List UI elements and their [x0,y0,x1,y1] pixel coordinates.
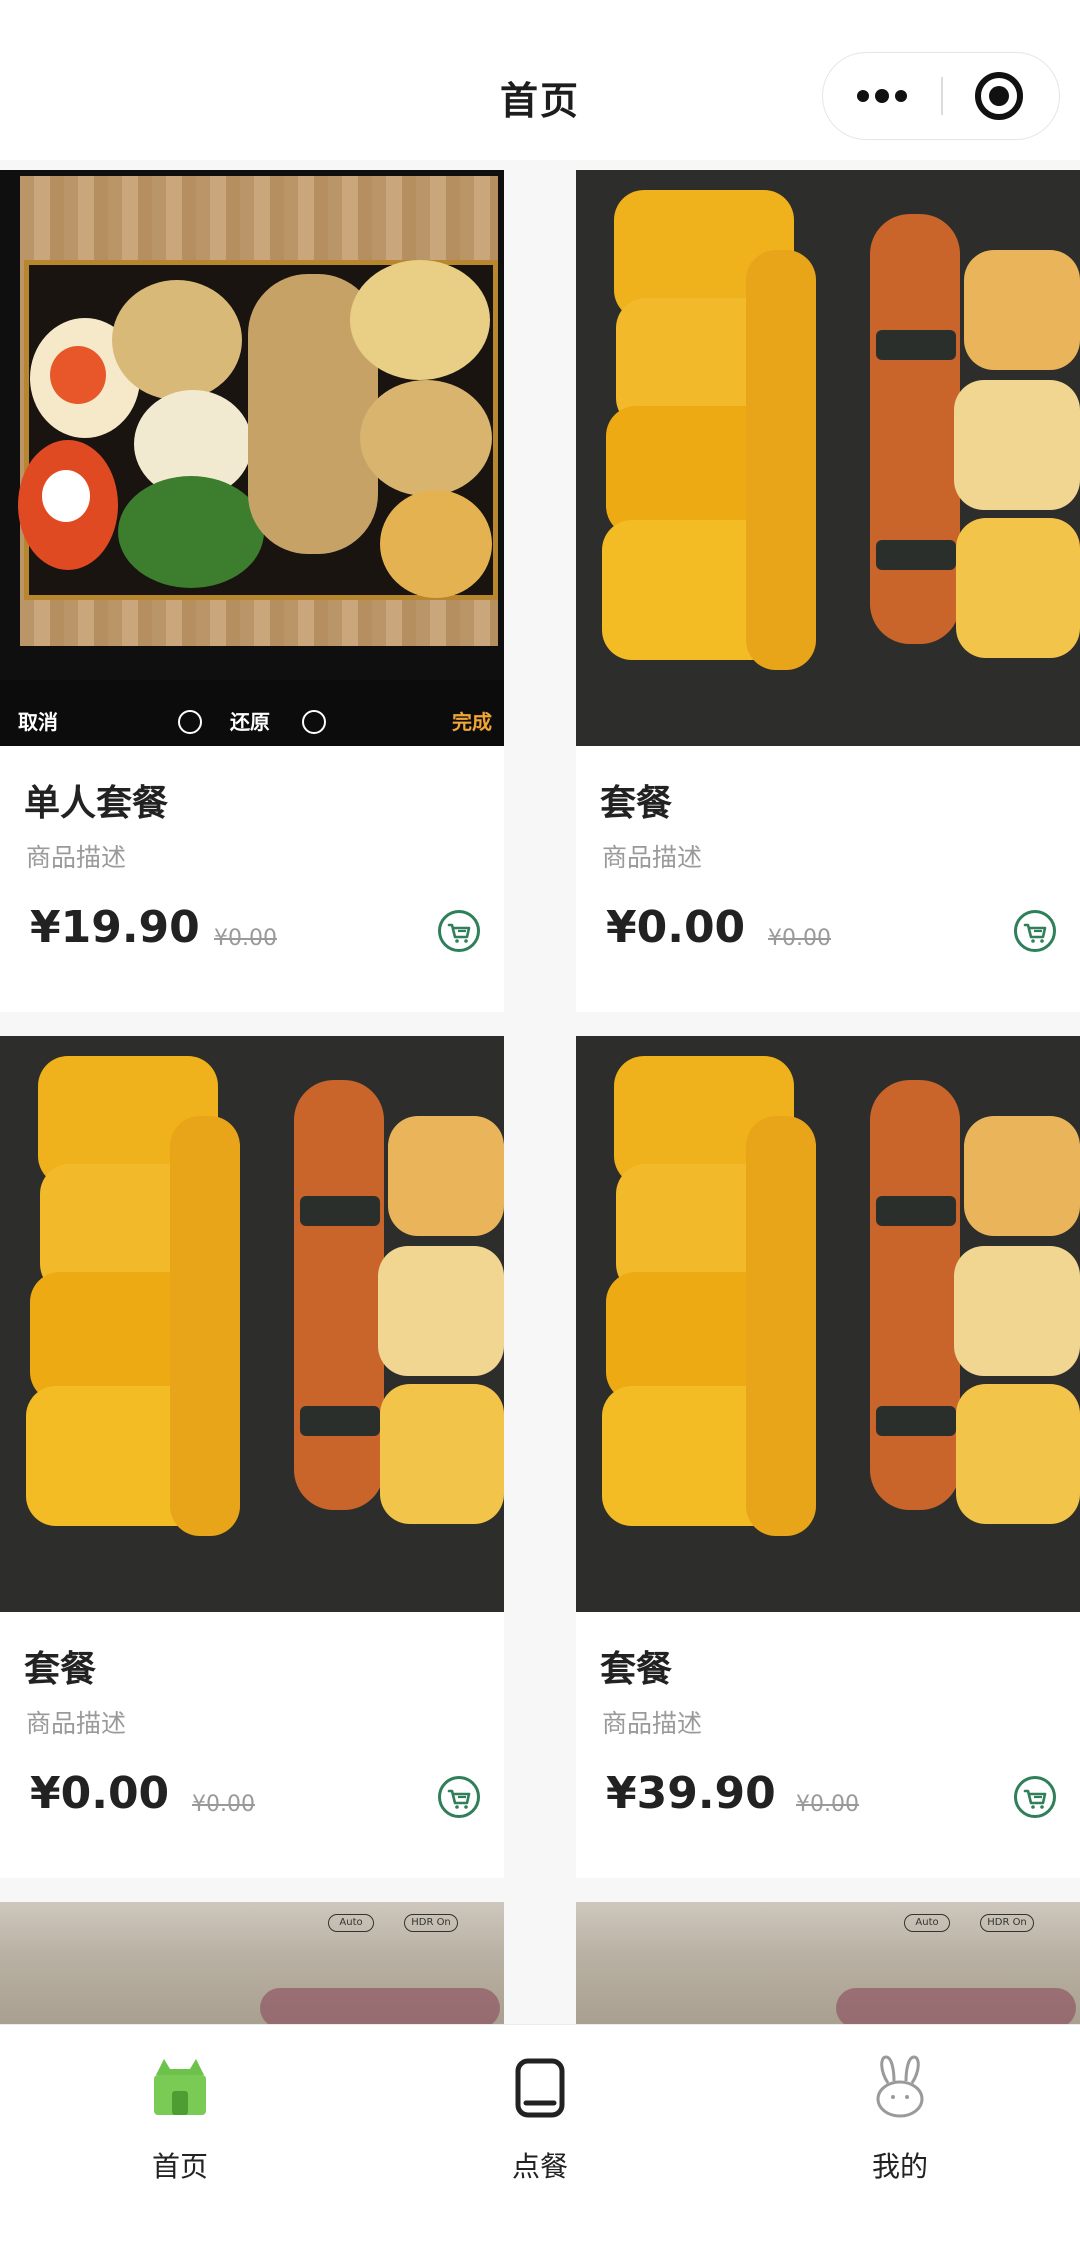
product-price: ¥39.90 [606,1768,776,1819]
product-name: 单人套餐 [24,783,169,824]
photo-edit-toolbar: 取消 还原 完成 [0,680,504,746]
mini-program-capsule [822,52,1060,140]
tab-home[interactable]: 首页 [80,2045,280,2195]
navigation-bar: 首页 [0,0,1080,160]
tab-label: 我的 [871,2150,928,2183]
rabbit-icon [870,2053,930,2119]
cart-icon[interactable] [1014,910,1056,952]
more-dots-icon[interactable] [823,53,941,138]
product-photo: 取消 还原 完成 [0,170,504,746]
product-name: 套餐 [600,1649,673,1690]
product-description: 商品描述 [602,1709,703,1738]
product-price: ¥19.90 [30,902,200,953]
product-name: 套餐 [600,783,673,824]
order-icon [510,2053,570,2119]
product-card[interactable]: 套餐 商品描述 ¥0.00 ¥0.00 [576,170,1080,1012]
product-card[interactable]: 取消 还原 完成 单人套餐 商品描述 ¥19.90 ¥0.00 [0,170,504,1012]
photo-hdr-label: HDR On [404,1914,458,1932]
cart-icon[interactable] [438,910,480,952]
product-price: ¥0.00 [30,1768,170,1819]
product-name: 套餐 [24,1649,97,1690]
product-original-price: ¥0.00 [768,926,831,951]
product-card[interactable]: Auto HDR On [576,1902,1080,2026]
photo-auto-label: Auto [328,1914,374,1932]
product-photo: Auto HDR On [0,1902,504,2026]
cart-icon[interactable] [438,1776,480,1818]
cart-icon[interactable] [1014,1776,1056,1818]
rotate-right-icon [302,710,326,734]
photo-done-label: 完成 [452,710,492,734]
rotate-left-icon [178,710,202,734]
photo-hdr-label: HDR On [980,1914,1034,1932]
product-original-price: ¥0.00 [796,1792,859,1817]
product-description: 商品描述 [602,843,703,872]
product-original-price: ¥0.00 [214,926,277,951]
product-photo [576,1036,1080,1612]
product-card[interactable]: 套餐 商品描述 ¥0.00 ¥0.00 [0,1036,504,1878]
tab-label: 点餐 [511,2150,568,2183]
product-photo [576,170,1080,746]
target-icon[interactable] [975,72,1023,120]
product-photo [0,1036,504,1612]
home-icon [150,2053,210,2119]
product-price: ¥0.00 [606,902,746,953]
photo-auto-label: Auto [904,1914,950,1932]
photo-restore-label: 还原 [230,710,270,734]
capsule-divider [941,77,943,115]
tab-mine[interactable]: 我的 [800,2045,1000,2195]
product-description: 商品描述 [26,843,127,872]
product-photo: Auto HDR On [576,1902,1080,2026]
product-description: 商品描述 [26,1709,127,1738]
product-card[interactable]: 套餐 商品描述 ¥39.90 ¥0.00 [576,1036,1080,1878]
tab-order[interactable]: 点餐 [440,2045,640,2195]
product-original-price: ¥0.00 [192,1792,255,1817]
product-card[interactable]: Auto HDR On [0,1902,504,2026]
photo-cancel-label: 取消 [18,710,58,734]
tab-label: 首页 [151,2150,208,2183]
tab-bar: 首页 点餐 我的 [0,2024,1080,2242]
